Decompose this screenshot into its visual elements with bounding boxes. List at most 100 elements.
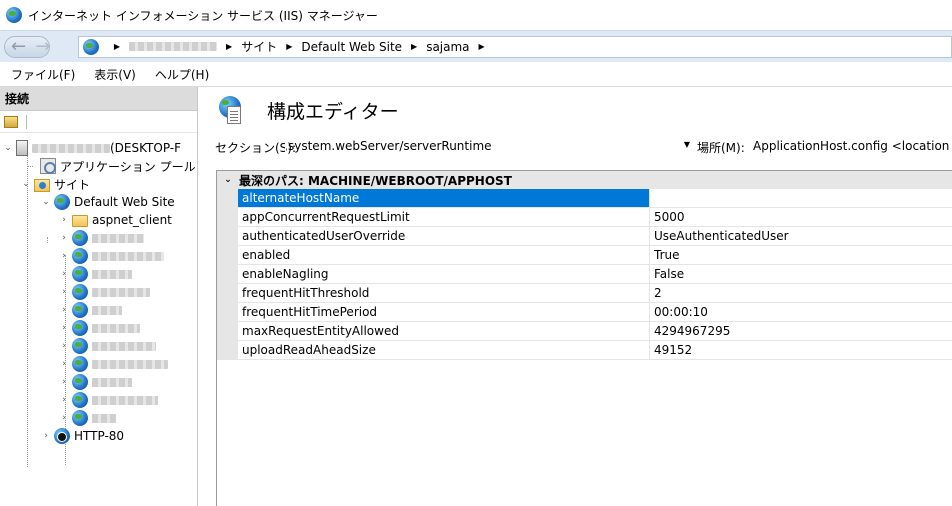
chevron-right-icon[interactable]: › <box>59 287 69 297</box>
menu-help[interactable]: ヘルプ(H) <box>155 66 209 83</box>
chevron-right-icon[interactable]: ▶ <box>411 42 417 51</box>
tree-node-sites[interactable]: ⌄ サイト <box>21 175 90 193</box>
menu-file[interactable]: ファイル(F) <box>11 66 75 83</box>
chevron-right-icon[interactable]: › <box>59 413 69 423</box>
tree-node-app[interactable]: › <box>59 391 158 409</box>
connections-header: 接続 <box>0 87 197 111</box>
tree-node-app[interactable]: › <box>59 247 164 265</box>
breadcrumb-item-sites[interactable]: サイト <box>241 38 277 55</box>
property-row[interactable]: enableNagling False <box>217 265 952 284</box>
app-globe-icon <box>72 266 88 282</box>
property-value[interactable]: 00:00:10 <box>650 303 952 322</box>
chevron-right-icon[interactable]: › <box>59 305 69 315</box>
collapse-chevron-icon[interactable]: ⌄ <box>217 175 239 185</box>
folder-icon <box>72 215 88 227</box>
property-row[interactable]: appConcurrentRequestLimit 5000 <box>217 208 952 227</box>
menu-bar: ファイル(F) 表示(V) ヘルプ(H) <box>0 62 952 87</box>
editor-header: 構成エディター <box>203 87 952 134</box>
forward-arrow-icon: → <box>35 36 51 57</box>
property-value[interactable]: UseAuthenticatedUser <box>650 227 952 246</box>
property-value[interactable]: 5000 <box>650 208 952 227</box>
tree-node-http80[interactable]: › HTTP-80 <box>41 427 124 445</box>
chevron-right-icon[interactable]: › <box>59 233 69 243</box>
tree-node-app[interactable]: › <box>59 301 122 319</box>
tree-node-app[interactable]: › <box>59 283 150 301</box>
http80-label: HTTP-80 <box>74 429 125 443</box>
redacted-app-name <box>92 305 122 315</box>
property-row[interactable]: enabled True <box>217 246 952 265</box>
chevron-right-icon[interactable]: › <box>59 341 69 351</box>
connections-pane: 接続 ⌄ (DESKTOP-F アプリケーション プール ⌄ サイト ⌄ Def… <box>0 87 198 506</box>
property-value[interactable] <box>650 189 952 208</box>
property-value[interactable]: False <box>650 265 952 284</box>
tree-node-default-web-site[interactable]: ⌄ Default Web Site <box>41 193 175 211</box>
chevron-right-icon[interactable]: ▶ <box>114 42 120 51</box>
expand-toggle-icon[interactable]: ⌄ <box>41 197 51 207</box>
property-name: frequentHitTimePeriod <box>238 303 650 322</box>
chevron-right-icon[interactable]: › <box>59 323 69 333</box>
tree-node-app[interactable]: › <box>59 337 156 355</box>
property-name: enableNagling <box>238 265 650 284</box>
tree-node-app[interactable]: › <box>59 319 140 337</box>
property-row[interactable]: maxRequestEntityAllowed 4294967295 <box>217 322 952 341</box>
tree-node-aspnet-client[interactable]: › aspnet_client <box>59 211 172 229</box>
property-row[interactable]: frequentHitThreshold 2 <box>217 284 952 303</box>
app-globe-icon <box>72 374 88 390</box>
toolbar-divider <box>26 114 27 129</box>
menu-view[interactable]: 表示(V) <box>94 66 136 83</box>
location-label: 場所(M): <box>697 141 745 155</box>
tree-node-app[interactable]: › <box>59 355 168 373</box>
expand-toggle-icon[interactable]: ⌄ <box>21 179 31 189</box>
connect-icon[interactable] <box>4 115 18 128</box>
sites-label: サイト <box>54 177 91 192</box>
property-row[interactable]: alternateHostName <box>217 189 952 208</box>
property-value[interactable]: True <box>650 246 952 265</box>
property-grid: ⌄ 最深のパス: MACHINE/WEBROOT/APPHOST alterna… <box>216 170 952 506</box>
chevron-right-icon[interactable]: ▶ <box>226 42 232 51</box>
chevron-right-icon[interactable]: › <box>59 251 69 261</box>
server-label: (DESKTOP-F <box>110 141 182 155</box>
redacted-app-name <box>92 413 116 423</box>
location-dropdown[interactable]: ApplicationHost.config <location path <box>753 139 952 153</box>
app-globe-icon <box>72 392 88 408</box>
property-row[interactable]: frequentHitTimePeriod 00:00:10 <box>217 303 952 322</box>
chevron-right-icon[interactable]: › <box>59 395 69 405</box>
property-value[interactable]: 49152 <box>650 341 952 360</box>
property-row[interactable]: authenticatedUserOverride UseAuthenticat… <box>217 227 952 246</box>
tree-node-app[interactable]: › <box>59 229 144 247</box>
expand-toggle-icon[interactable]: ⌄ <box>3 143 13 153</box>
property-value[interactable]: 2 <box>650 284 952 303</box>
property-name: alternateHostName <box>238 189 650 208</box>
forward-button[interactable]: → <box>32 36 54 58</box>
back-arrow-icon: ← <box>11 36 27 57</box>
property-row[interactable]: uploadReadAheadSize 49152 <box>217 341 952 360</box>
chevron-right-icon[interactable]: › <box>59 359 69 369</box>
group-header[interactable]: ⌄ 最深のパス: MACHINE/WEBROOT/APPHOST <box>217 171 952 189</box>
property-name: frequentHitThreshold <box>238 284 650 303</box>
section-label: セクション(S): <box>215 140 297 155</box>
breadcrumb-item-default-web-site[interactable]: Default Web Site <box>301 40 402 54</box>
breadcrumb-item-sajama[interactable]: sajama <box>426 40 469 54</box>
chevron-right-icon[interactable]: › <box>59 215 69 225</box>
breadcrumb[interactable]: ▶ ▶ サイト ▶ Default Web Site ▶ sajama ▶ <box>77 35 952 58</box>
tree-node-server[interactable]: ⌄ (DESKTOP-F <box>3 139 181 157</box>
dropdown-arrow-icon[interactable]: ▼ <box>684 140 690 149</box>
server-globe-icon <box>82 38 99 55</box>
chevron-right-icon[interactable]: › <box>41 431 51 441</box>
chevron-right-icon[interactable]: › <box>59 269 69 279</box>
chevron-right-icon[interactable]: ▶ <box>479 42 485 51</box>
tree-node-app[interactable]: › <box>59 265 132 283</box>
iis-app-icon <box>6 7 22 23</box>
tree-node-app[interactable]: › <box>59 409 116 427</box>
redacted-app-name <box>92 251 164 261</box>
app-globe-icon <box>72 230 88 246</box>
tree-node-app[interactable]: › <box>59 373 132 391</box>
property-value[interactable]: 4294967295 <box>650 322 952 341</box>
tree-node-app-pools[interactable]: アプリケーション プール <box>27 157 196 175</box>
section-dropdown[interactable]: system.webServer/serverRuntime ▼ <box>285 135 693 157</box>
app-globe-icon <box>72 356 88 372</box>
chevron-right-icon[interactable]: ▶ <box>286 42 292 51</box>
address-bar: ← → ▶ ▶ サイト ▶ Default Web Site ▶ sajama … <box>0 30 952 62</box>
app-globe-icon <box>72 284 88 300</box>
chevron-right-icon[interactable]: › <box>59 377 69 387</box>
